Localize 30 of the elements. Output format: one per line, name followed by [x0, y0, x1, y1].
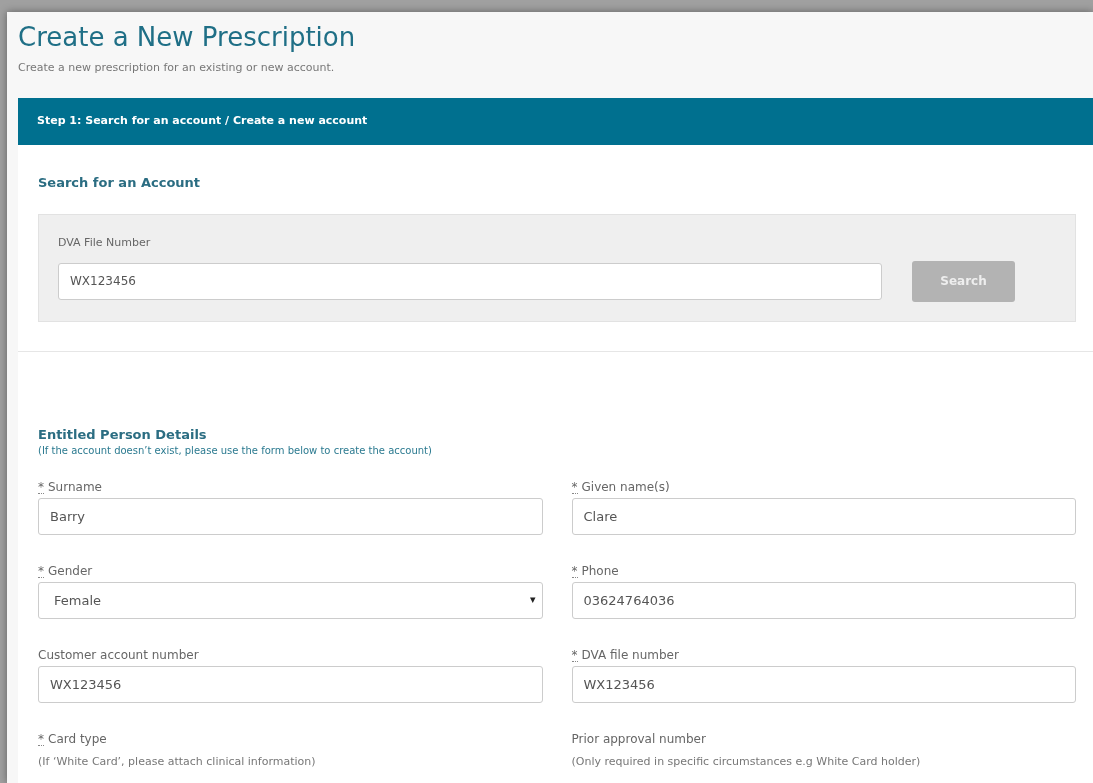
dva-file-number-field[interactable]: WX123456	[58, 262, 882, 300]
page-subtitle: Create a new prescription for an existing or new account.	[18, 60, 336, 76]
text-field[interactable]: WX123456	[38, 666, 543, 703]
text-field[interactable]: Clare	[571, 498, 1076, 535]
field-hint: (Only required in specific circumstances e.g White Card holder)	[571, 754, 922, 770]
gender-select[interactable]: Female ▾	[38, 582, 543, 619]
field-label: Card type	[48, 731, 107, 748]
field-label: Prior approval number	[571, 731, 706, 748]
field-label: Given name(s)	[581, 479, 670, 496]
field-label: Gender	[48, 563, 93, 580]
required-asterisk: *	[38, 481, 44, 494]
section-note: (If the account doesn’t exist, please use the form below to create the account)	[38, 444, 433, 458]
required-asterisk: *	[571, 565, 578, 578]
field-label: DVA File Number	[58, 235, 152, 251]
field-label: DVA file number	[581, 647, 679, 664]
required-asterisk: *	[571, 649, 578, 662]
required-asterisk: *	[571, 481, 578, 494]
section-heading: Search for an Account	[38, 173, 202, 192]
section-heading: Entitled Person Details	[38, 427, 208, 443]
field-label: Phone	[581, 563, 619, 580]
required-asterisk: *	[38, 733, 44, 746]
required-asterisk: *	[38, 565, 44, 578]
text-field[interactable]: 03624764036	[571, 582, 1076, 619]
text-field[interactable]: WX123456	[571, 666, 1076, 703]
field-hint: (If ‘White Card’, please attach clinical information)	[38, 754, 317, 770]
page-title: Create a New Prescription	[18, 21, 357, 54]
field-label: Customer account number	[38, 647, 199, 664]
field-label: Surname	[48, 479, 102, 496]
text-field[interactable]: Barry	[38, 498, 543, 535]
step-header: Step 1: Search for an account / Create a new account	[18, 97, 1093, 145]
